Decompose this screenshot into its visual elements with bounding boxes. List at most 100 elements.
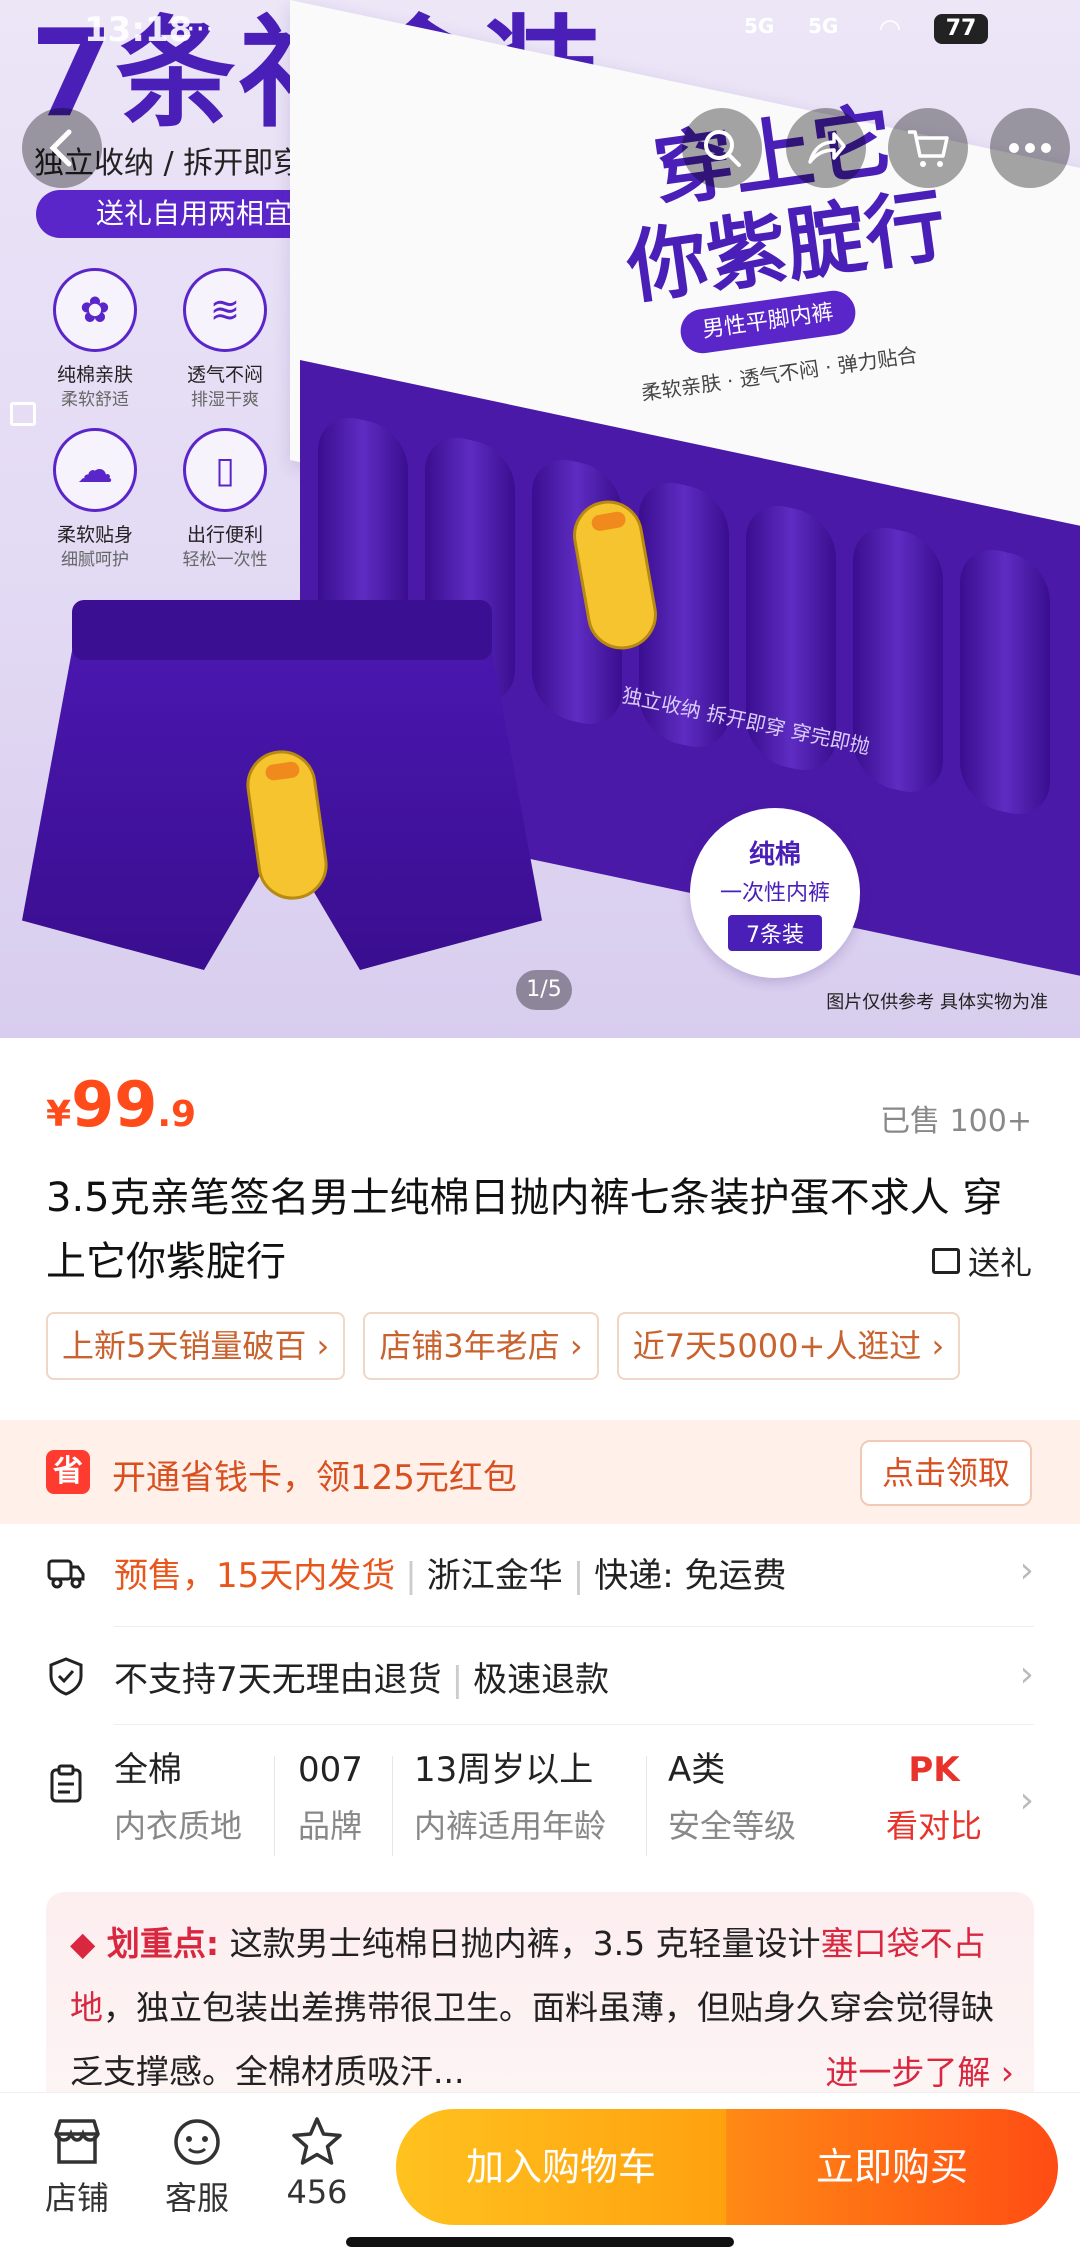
shop-tab[interactable]: 店铺 bbox=[22, 2111, 132, 2219]
summary-lead: ◆ 划重点: bbox=[70, 1924, 220, 1963]
spec-brand: 007 品牌 bbox=[298, 1744, 363, 1856]
battery-icon: 77 bbox=[934, 14, 988, 44]
image-disclaimer: 图片仅供参考 具体实物为准 bbox=[826, 992, 1048, 1013]
hero-pill-label: 送礼自用两相宜 bbox=[96, 197, 293, 230]
gift-button[interactable]: 送礼 bbox=[931, 1238, 1032, 1284]
divider bbox=[114, 1724, 1034, 1725]
shop-icon bbox=[54, 2119, 100, 2164]
signal-icon: 5G bbox=[808, 14, 839, 38]
cloud-icon: ☁ bbox=[53, 428, 137, 512]
ai-summary[interactable]: ◆ 划重点: 这款男士纯棉日抛内裤，3.5 克轻量设计塞口袋不占地，独立包装出差… bbox=[46, 1892, 1034, 2100]
price-decimal: .9 bbox=[157, 1094, 197, 1135]
pk-label: PK bbox=[908, 1750, 960, 1790]
product-image-carousel[interactable]: 7条礼盒装 独立收纳 / 拆开即穿 / 穿完即抛 送礼自用两相宜 ✿ 纯棉亲肤 … bbox=[0, 0, 1080, 1038]
feature-sub: 排湿干爽 bbox=[191, 390, 259, 410]
wifi-icon: ◠ bbox=[880, 14, 900, 44]
learn-more-link[interactable]: 进一步了解 › bbox=[825, 2046, 1014, 2094]
hero-pill: 送礼自用两相宜 bbox=[10, 190, 319, 426]
spec-key: 内裤适用年龄 bbox=[414, 1807, 607, 1845]
chevron-right-icon: › bbox=[1019, 1780, 1034, 1821]
customer-service-tab[interactable]: 客服 bbox=[142, 2111, 252, 2219]
favorite-tab[interactable]: 456 bbox=[262, 2111, 372, 2211]
feature-title: 纯棉亲肤 bbox=[56, 364, 133, 386]
spec-material: 全棉 内衣质地 bbox=[114, 1744, 242, 1856]
underwear-waistband bbox=[72, 600, 492, 660]
bottom-action-bar: 店铺 客服 456 加入购物车 立即购买 bbox=[0, 2092, 1080, 2257]
spec-value: A类 bbox=[668, 1750, 726, 1790]
home-indicator bbox=[346, 2237, 734, 2247]
compare-label: 看对比 bbox=[886, 1807, 983, 1845]
star-icon bbox=[292, 2117, 342, 2165]
cart-button[interactable] bbox=[888, 108, 968, 188]
shop-label: 店铺 bbox=[44, 2179, 109, 2217]
underwear-illustration bbox=[12, 600, 552, 990]
spec-value: 007 bbox=[298, 1750, 363, 1790]
share-icon bbox=[808, 132, 846, 164]
divider bbox=[114, 1626, 1034, 1627]
sparkle-icon: ◆ bbox=[70, 1924, 107, 1963]
spec-age: 13周岁以上 内裤适用年龄 bbox=[414, 1744, 606, 1856]
image-counter: 1/5 bbox=[516, 970, 572, 1010]
status-bar: 13:18 ··· 5G 5G ◠ 77 bbox=[0, 0, 1080, 64]
service-row[interactable]: 不支持7天无理由退货 | 极速退款 › bbox=[0, 1628, 1080, 1724]
cotton-icon: ✿ bbox=[53, 268, 137, 352]
badge-line1: 纯棉 bbox=[748, 840, 801, 870]
clipboard-icon bbox=[50, 1764, 82, 1803]
savings-card-banner[interactable]: 省 开通省钱卡，领125元红包 点击领取 bbox=[0, 1420, 1080, 1524]
divider bbox=[392, 1756, 393, 1856]
delivery-info: 预售，15天内发货 | 浙江金华 | 快递: 免运费 bbox=[114, 1556, 787, 1596]
price-integer: 99 bbox=[71, 1068, 158, 1141]
more-icon bbox=[1009, 143, 1051, 153]
claim-button[interactable]: 点击领取 bbox=[860, 1440, 1032, 1506]
breathable-icon: ≋ bbox=[183, 268, 267, 352]
feature-cotton: ✿ 纯棉亲肤 柔软舒适 bbox=[20, 268, 170, 412]
search-button[interactable] bbox=[682, 108, 762, 188]
share-button[interactable] bbox=[786, 108, 866, 188]
spec-row[interactable]: 全棉 内衣质地 007 品牌 13周岁以上 内裤适用年龄 A类 安全等级 PK … bbox=[0, 1730, 1080, 1880]
rolled-underwear bbox=[960, 542, 1050, 822]
feature-breathable: ≋ 透气不闷 排湿干爽 bbox=[150, 268, 300, 412]
suitcase-icon: ▯ bbox=[183, 428, 267, 512]
favorite-count: 456 bbox=[286, 2173, 348, 2211]
sold-count: 已售 100+ bbox=[880, 1104, 1032, 1139]
compare-button[interactable]: PK 看对比 bbox=[886, 1744, 982, 1856]
divider bbox=[646, 1756, 647, 1856]
presale-text: 预售，15天内发货 bbox=[114, 1556, 396, 1596]
back-button[interactable] bbox=[22, 108, 102, 188]
spec-key: 内衣质地 bbox=[114, 1807, 243, 1845]
shield-icon bbox=[49, 1657, 83, 1696]
badge-line3: 7条装 bbox=[728, 915, 822, 951]
status-time: 13:18 bbox=[84, 10, 193, 50]
signal-icon: 5G bbox=[744, 14, 775, 38]
gift-icon bbox=[931, 1248, 960, 1274]
chat-face-icon bbox=[174, 2119, 220, 2165]
service-label: 客服 bbox=[164, 2179, 229, 2217]
summary-text-a: 这款男士纯棉日抛内裤，3.5 克轻量设计 bbox=[229, 1924, 821, 1963]
highlight-tags: 上新5天销量破百 › 店铺3年老店 › 近7天5000+人逛过 › bbox=[46, 1312, 961, 1380]
spec-safety: A类 安全等级 bbox=[668, 1744, 796, 1856]
divider bbox=[274, 1756, 275, 1856]
tag-new-sales[interactable]: 上新5天销量破百 › bbox=[46, 1312, 346, 1380]
feature-sub: 细腻呵护 bbox=[61, 550, 129, 570]
feature-soft: ☁ 柔软贴身 细腻呵护 bbox=[20, 428, 170, 572]
feature-title: 出行便利 bbox=[186, 524, 263, 546]
search-icon bbox=[704, 130, 741, 167]
cart-icon bbox=[908, 130, 949, 167]
spec-key: 品牌 bbox=[298, 1807, 363, 1845]
tag-visitors[interactable]: 近7天5000+人逛过 › bbox=[616, 1312, 961, 1380]
spec-value: 13周岁以上 bbox=[414, 1750, 594, 1790]
more-button[interactable] bbox=[990, 108, 1070, 188]
purchase-buttons: 加入购物车 立即购买 bbox=[396, 2109, 1058, 2225]
origin-text: 浙江金华 bbox=[426, 1556, 563, 1596]
product-info: ¥99.9 已售 100+ 3.5克亲笔签名男士纯棉日抛内裤七条装护蛋不求人 穿… bbox=[0, 1038, 1080, 1420]
price-symbol: ¥ bbox=[46, 1094, 72, 1135]
tag-shop-age[interactable]: 店铺3年老店 › bbox=[363, 1312, 599, 1380]
chevron-left-icon bbox=[49, 129, 72, 167]
delivery-row[interactable]: 预售，15天内发货 | 浙江金华 | 快递: 免运费 › bbox=[0, 1524, 1080, 1620]
add-to-cart-button[interactable]: 加入购物车 bbox=[396, 2109, 726, 2225]
product-page: 7条礼盒装 独立收纳 / 拆开即穿 / 穿完即抛 送礼自用两相宜 ✿ 纯棉亲肤 … bbox=[0, 0, 1080, 2257]
buy-now-button[interactable]: 立即购买 bbox=[726, 2109, 1058, 2225]
product-details: 预售，15天内发货 | 浙江金华 | 快递: 免运费 › 不支持7天无理由退货 | 极速退款… bbox=[0, 1524, 1080, 2100]
spec-key: 安全等级 bbox=[668, 1807, 797, 1845]
feature-sub: 柔软舒适 bbox=[61, 390, 129, 410]
